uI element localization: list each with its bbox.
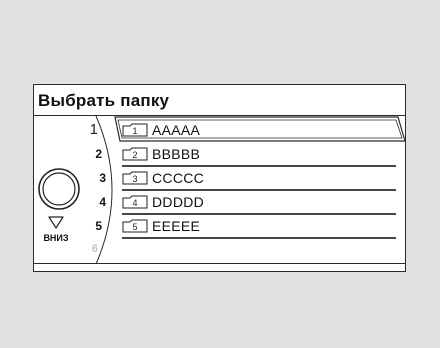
folder-name: BBBBB [152, 146, 201, 162]
screen-bottom-divider [34, 263, 405, 264]
folder-name: DDDDD [152, 194, 205, 210]
svg-text:4: 4 [132, 198, 137, 208]
item-divider [122, 213, 396, 215]
down-arrow-icon [48, 216, 64, 229]
folder-name: AAAAA [152, 122, 201, 138]
svg-text:1: 1 [132, 126, 137, 136]
list-number-1: 1 [89, 121, 98, 138]
folder-name: CCCCC [152, 170, 205, 186]
item-divider [122, 165, 396, 167]
rotary-knob-icon[interactable] [37, 167, 81, 211]
down-label: ВНИЗ [43, 233, 69, 243]
list-number-3: 3 [99, 171, 106, 185]
folder-icon: 2 [122, 147, 148, 161]
list-number-5: 5 [95, 219, 102, 233]
scroll-down-control[interactable]: ВНИЗ [36, 216, 76, 243]
folder-select-screen: Выбрать папку 1 2 3 4 5 6 ВНИЗ 1 AAAAA 2… [33, 84, 406, 272]
folder-icon: 4 [122, 195, 148, 209]
list-number-6: 6 [91, 243, 98, 255]
list-number-2: 2 [95, 147, 102, 161]
folder-icon: 5 [122, 219, 148, 233]
folder-name: EEEEE [152, 218, 201, 234]
svg-text:5: 5 [132, 222, 137, 232]
folder-icon: 1 [122, 123, 148, 137]
screen-title: Выбрать папку [38, 91, 170, 110]
item-divider [122, 237, 396, 239]
item-divider [122, 189, 396, 191]
svg-text:2: 2 [132, 150, 137, 160]
folder-icon: 3 [122, 171, 148, 185]
list-number-4: 4 [99, 195, 106, 209]
svg-text:3: 3 [132, 174, 137, 184]
